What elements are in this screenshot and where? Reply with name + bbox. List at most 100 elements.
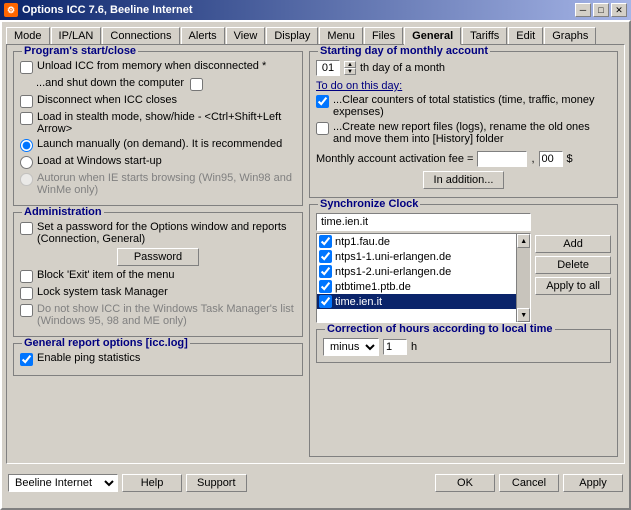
noshow-icc-checkbox[interactable] bbox=[20, 304, 33, 317]
lock-taskmgr-label: Lock system task Manager bbox=[37, 286, 168, 298]
cancel-button[interactable]: Cancel bbox=[499, 474, 559, 492]
clear-counters-checkbox[interactable] bbox=[316, 95, 329, 108]
stealth-label: Load in stealth mode, show/hide - <Ctrl+… bbox=[37, 111, 296, 135]
fee-separator: , bbox=[531, 153, 534, 165]
disconnect-checkbox[interactable] bbox=[20, 95, 33, 108]
sync-clock-group: Synchronize Clock ntp1.fau.de bbox=[309, 204, 618, 457]
tab-display[interactable]: Display bbox=[266, 27, 318, 45]
help-button[interactable]: Help bbox=[122, 474, 182, 492]
tab-menu[interactable]: Menu bbox=[319, 27, 363, 45]
block-exit-checkbox[interactable] bbox=[20, 270, 33, 283]
launch-manually-label: Launch manually (on demand). It is recom… bbox=[37, 138, 282, 150]
tabs-row: Mode IP/LAN Connections Alerts View Disp… bbox=[6, 26, 625, 44]
autorun-radio[interactable] bbox=[20, 173, 33, 186]
day-spin-down[interactable]: ▼ bbox=[344, 68, 356, 75]
starting-day-group: Starting day of monthly account ▲ ▼ th d… bbox=[309, 51, 618, 198]
tab-view[interactable]: View bbox=[226, 27, 266, 45]
unload-icc-label: Unload ICC from memory when disconnected… bbox=[37, 60, 266, 72]
password-button[interactable]: Password bbox=[117, 248, 199, 266]
maximize-button[interactable]: □ bbox=[593, 3, 609, 17]
tab-general[interactable]: General bbox=[404, 27, 461, 45]
close-button[interactable]: ✕ bbox=[611, 3, 627, 17]
tab-alerts[interactable]: Alerts bbox=[181, 27, 225, 45]
tab-graphs[interactable]: Graphs bbox=[544, 27, 596, 45]
support-button[interactable]: Support bbox=[186, 474, 247, 492]
ping-statistics-checkbox[interactable] bbox=[20, 353, 33, 366]
general-report-group: General report options [icc.log] Enable … bbox=[13, 343, 303, 376]
clear-counters-label: ...Clear counters of total statistics (t… bbox=[333, 94, 611, 118]
add-server-button[interactable]: Add bbox=[535, 235, 611, 253]
sync-item-checkbox-1[interactable] bbox=[319, 250, 332, 263]
sync-clock-title: Synchronize Clock bbox=[318, 198, 420, 210]
tab-files[interactable]: Files bbox=[364, 27, 403, 45]
program-start-close-title: Program's start/close bbox=[22, 45, 138, 57]
password-options-checkbox[interactable] bbox=[20, 222, 33, 235]
general-report-title: General report options [icc.log] bbox=[22, 337, 190, 349]
sync-item-checkbox-2[interactable] bbox=[319, 265, 332, 278]
disconnect-label: Disconnect when ICC closes bbox=[37, 94, 177, 106]
sync-server-input[interactable] bbox=[316, 213, 531, 231]
lock-taskmgr-checkbox[interactable] bbox=[20, 287, 33, 300]
day-input[interactable] bbox=[316, 60, 340, 76]
sync-item-checkbox-0[interactable] bbox=[319, 235, 332, 248]
apply-to-all-button[interactable]: Apply to all bbox=[535, 277, 611, 295]
scroll-down-btn[interactable]: ▼ bbox=[517, 308, 530, 322]
sync-server-listbox: ntp1.fau.de ntps1-1.uni-erlangen.de ntps… bbox=[316, 233, 531, 323]
unload-icc-checkbox[interactable] bbox=[20, 61, 33, 74]
administration-title: Administration bbox=[22, 206, 104, 218]
apply-button[interactable]: Apply bbox=[563, 474, 623, 492]
fee-label: Monthly account activation fee = bbox=[316, 153, 473, 165]
tab-iplan[interactable]: IP/LAN bbox=[51, 27, 102, 45]
profile-select[interactable]: Beeline Internet bbox=[8, 474, 118, 492]
sync-item-checkbox-3[interactable] bbox=[319, 280, 332, 293]
fee-input[interactable] bbox=[477, 151, 527, 167]
list-item[interactable]: ntps1-2.uni-erlangen.de bbox=[317, 264, 516, 279]
load-at-startup-label: Load at Windows start-up bbox=[37, 155, 162, 167]
tab-connections[interactable]: Connections bbox=[102, 27, 179, 45]
day-label: th day of a month bbox=[360, 62, 445, 74]
delete-server-button[interactable]: Delete bbox=[535, 256, 611, 274]
load-at-startup-radio[interactable] bbox=[20, 156, 33, 169]
list-item[interactable]: ntps1-1.uni-erlangen.de bbox=[317, 249, 516, 264]
ping-statistics-label: Enable ping statistics bbox=[37, 352, 140, 364]
list-item[interactable]: time.ien.it bbox=[317, 294, 516, 309]
starting-day-title: Starting day of monthly account bbox=[318, 45, 490, 57]
sync-scrollbar[interactable]: ▲ ▼ bbox=[516, 234, 530, 322]
ok-button[interactable]: OK bbox=[435, 474, 495, 492]
create-report-label: ...Create new report files (logs), renam… bbox=[333, 121, 611, 145]
correction-direction-select[interactable]: minus plus bbox=[323, 338, 379, 356]
minimize-button[interactable]: ─ bbox=[575, 3, 591, 17]
scroll-up-btn[interactable]: ▲ bbox=[517, 234, 530, 248]
correction-group: Correction of hours according to local t… bbox=[316, 329, 611, 363]
password-options-label: Set a password for the Options window an… bbox=[37, 221, 296, 245]
autorun-label: Autorun when IE starts browsing (Win95, … bbox=[37, 172, 296, 196]
window-title: Options ICC 7.6, Beeline Internet bbox=[22, 4, 193, 16]
shutdown-checkbox[interactable] bbox=[190, 78, 203, 91]
administration-group: Administration Set a password for the Op… bbox=[13, 212, 303, 337]
launch-manually-radio[interactable] bbox=[20, 139, 33, 152]
in-addition-button[interactable]: In addition... bbox=[423, 171, 505, 189]
tab-tariffs[interactable]: Tariffs bbox=[462, 27, 507, 45]
correction-h-label: h bbox=[411, 341, 417, 353]
tab-content: Program's start/close Unload ICC from me… bbox=[6, 44, 625, 464]
app-icon: ⚙ bbox=[4, 3, 18, 17]
list-item[interactable]: ntp1.fau.de bbox=[317, 234, 516, 249]
stealth-checkbox[interactable] bbox=[20, 112, 33, 125]
create-report-checkbox[interactable] bbox=[316, 122, 329, 135]
noshow-icc-label: Do not show ICC in the Windows Task Mana… bbox=[37, 303, 296, 327]
todo-label[interactable]: To do on this day: bbox=[316, 80, 402, 92]
shutdown-label: ...and shut down the computer bbox=[36, 77, 184, 89]
fee-cents-input[interactable] bbox=[539, 151, 563, 167]
scroll-track bbox=[517, 248, 530, 308]
fee-currency: $ bbox=[567, 153, 573, 165]
sync-item-checkbox-4[interactable] bbox=[319, 295, 332, 308]
bottom-bar: Beeline Internet Help Support OK Cancel … bbox=[6, 464, 625, 500]
tab-edit[interactable]: Edit bbox=[508, 27, 543, 45]
tab-mode[interactable]: Mode bbox=[6, 27, 50, 45]
program-start-close-group: Program's start/close Unload ICC from me… bbox=[13, 51, 303, 206]
list-item[interactable]: ptbtime1.ptb.de bbox=[317, 279, 516, 294]
day-spin-up[interactable]: ▲ bbox=[344, 61, 356, 68]
correction-title: Correction of hours according to local t… bbox=[325, 323, 555, 335]
main-window: Mode IP/LAN Connections Alerts View Disp… bbox=[0, 20, 631, 510]
correction-hours-input[interactable] bbox=[383, 339, 407, 355]
